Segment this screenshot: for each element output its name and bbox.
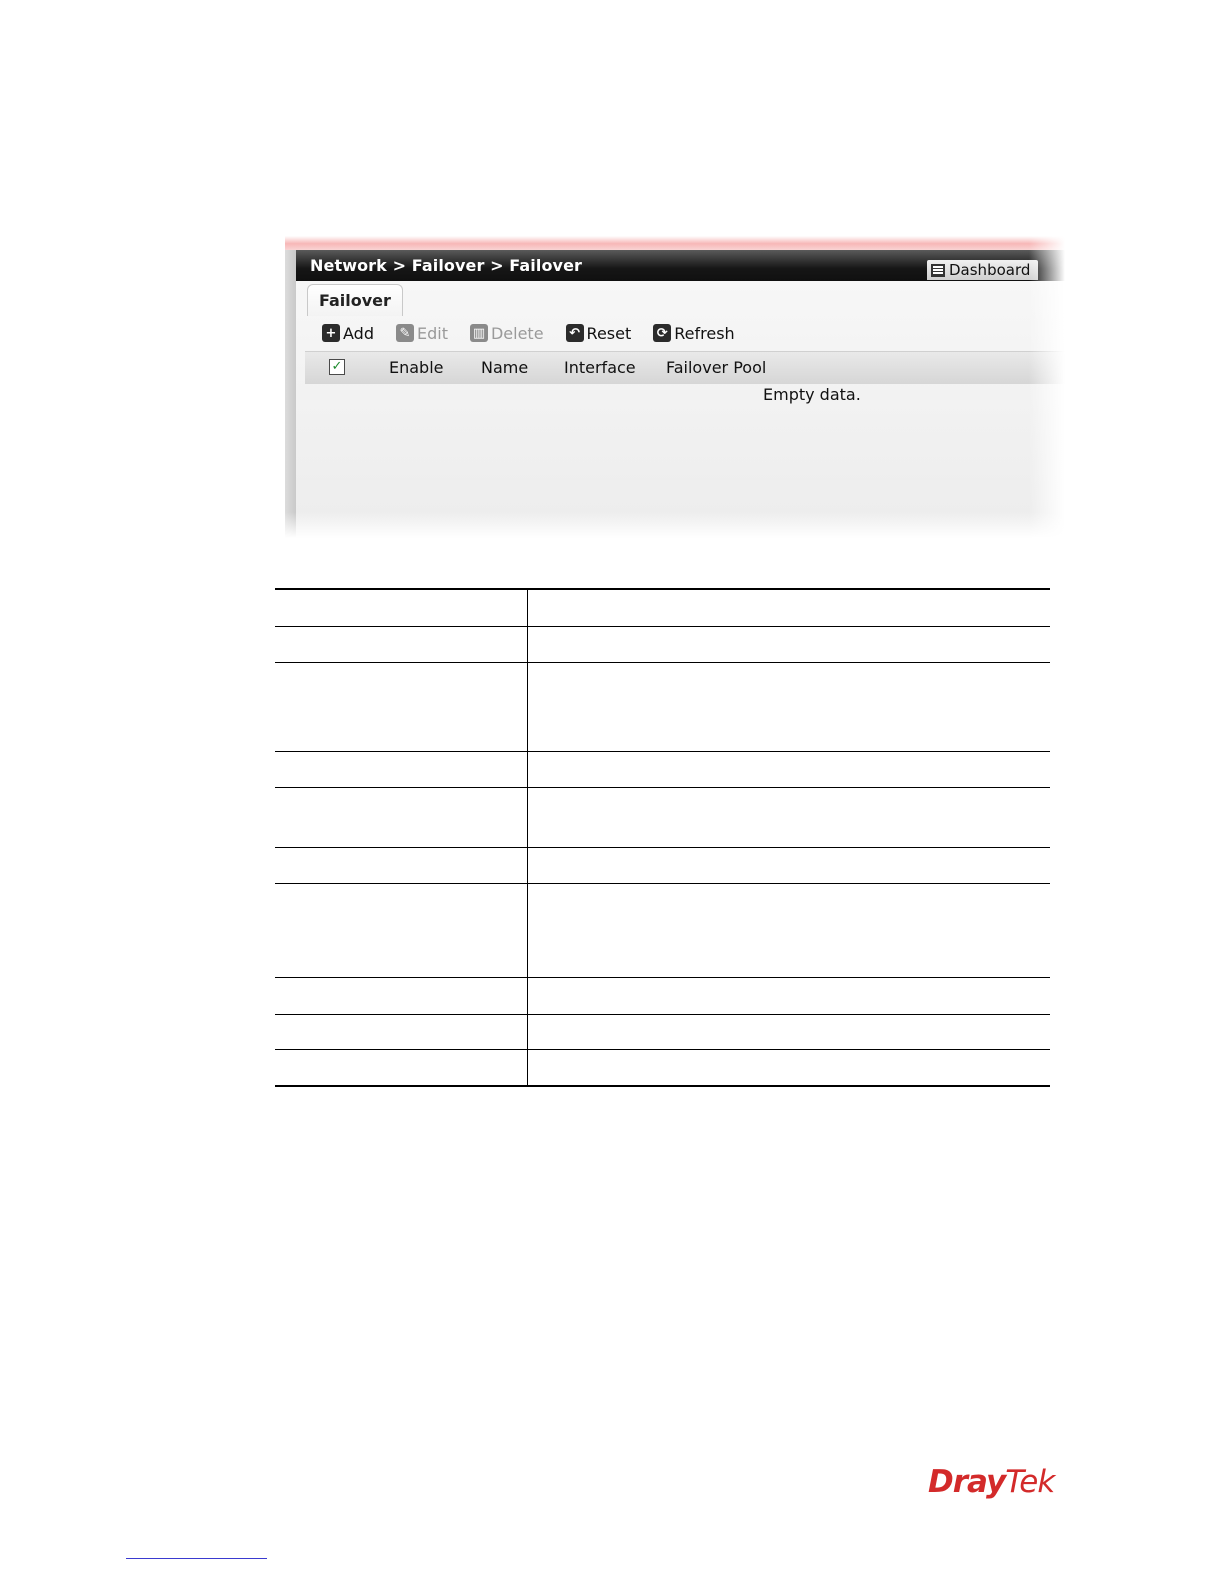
screenshot-left-border [285,250,296,538]
description-cell [527,976,1050,1014]
table-header: ✓ Enable Name Interface Failover Pool [305,351,1065,384]
refresh-icon: ⟳ [653,324,672,342]
item-cell [275,588,528,626]
toolbar: + Add ✎ Edit ▥ Delete ↶ Reset ⟳ Refresh [322,321,757,345]
table-row [275,1013,1050,1049]
column-interface[interactable]: Interface [564,358,636,377]
draytek-logo: DrayTek [928,1464,1055,1500]
failover-screenshot: Network > Failover > Failover Dashboard … [285,236,1065,538]
table-row [275,846,1050,883]
content-panel: Failover + Add ✎ Edit ▥ Delete ↶ Reset ⟳… [296,281,1065,538]
column-name[interactable]: Name [481,358,528,377]
table-row [275,1048,1050,1087]
screenshot-top-glow [285,236,1065,250]
edit-button[interactable]: ✎ Edit [395,323,448,343]
title-bar: Network > Failover > Failover Dashboard [296,250,1065,281]
description-cell [527,588,1050,626]
reset-button[interactable]: ↶ Reset [565,323,632,343]
item-cell [275,1013,528,1049]
item-cell [275,1048,528,1087]
description-cell [527,1013,1050,1049]
item-cell [275,976,528,1014]
column-enable[interactable]: Enable [389,358,444,377]
table-row [275,661,1050,751]
footer-link-underline[interactable] [126,1558,267,1559]
delete-label: Delete [490,323,544,343]
add-label: Add [343,323,374,343]
description-cell [527,661,1050,751]
item-cell [275,882,528,977]
description-table [275,588,1050,1087]
screenshot-bottom-fade [285,512,1065,538]
table-row [275,786,1050,847]
dashboard-icon [931,263,945,277]
table-row [275,976,1050,1014]
table-row [275,625,1050,662]
breadcrumb: Network > Failover > Failover [310,256,583,275]
item-cell [275,661,528,751]
logo-tek: Tek [1005,1464,1055,1500]
description-cell [527,882,1050,977]
screenshot-right-fade [1029,236,1065,538]
item-cell [275,625,528,662]
plus-icon: + [322,324,340,342]
edit-label: Edit [416,323,448,343]
dashboard-button[interactable]: Dashboard [927,260,1039,280]
table-row [275,750,1050,787]
description-cell [527,625,1050,662]
item-cell [275,750,528,787]
column-failover-pool[interactable]: Failover Pool [666,358,766,377]
pencil-icon: ✎ [395,324,414,342]
trash-icon: ▥ [469,324,488,342]
table-row [275,882,1050,977]
add-button[interactable]: + Add [322,324,374,343]
description-cell [527,750,1050,787]
description-cell [527,1048,1050,1087]
empty-data-message: Empty data. [763,385,861,404]
description-cell [527,846,1050,883]
refresh-label: Refresh [674,323,735,343]
description-cell [527,786,1050,847]
refresh-button[interactable]: ⟳ Refresh [653,323,735,343]
dashboard-label: Dashboard [949,261,1031,279]
select-all-checkbox[interactable]: ✓ [329,359,345,375]
delete-button[interactable]: ▥ Delete [469,323,544,343]
tab-failover[interactable]: Failover [307,284,403,316]
logo-dray: Dray [928,1464,1006,1500]
item-cell [275,846,528,883]
table-row [275,588,1050,626]
reset-arrow-icon: ↶ [565,324,584,342]
item-cell [275,786,528,847]
reset-label: Reset [586,323,632,343]
